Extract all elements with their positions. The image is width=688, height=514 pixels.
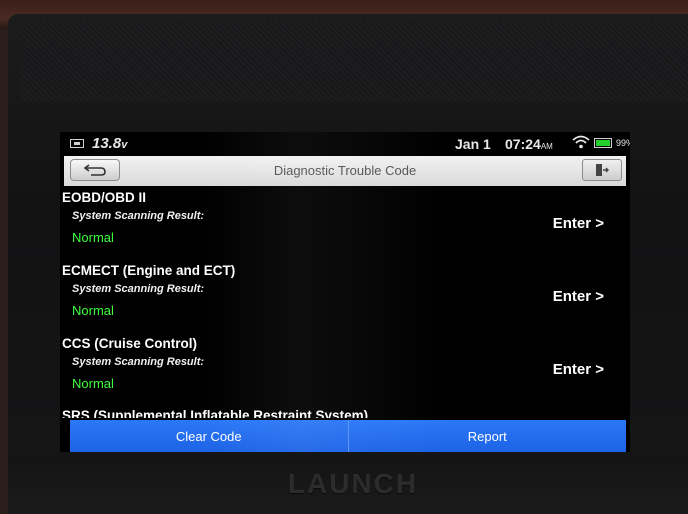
scan-result-status: Normal [72,376,114,391]
status-ampm: AM [540,142,553,151]
system-name: CCS (Cruise Control) [62,336,197,351]
system-item-ccs: CCS (Cruise Control) System Scanning Res… [60,334,630,404]
exit-icon [596,164,609,176]
system-item-ecmect: ECMECT (Engine and ECT) System Scanning … [60,261,630,331]
status-bar: 13.8v Jan 1 07:24AM 99% [60,132,630,154]
scan-result-status: Normal [72,303,114,318]
voltage-readout: 13.8v [92,135,127,152]
system-item-eobd: EOBD/OBD II System Scanning Result: Norm… [60,188,630,258]
system-list: EOBD/OBD II System Scanning Result: Norm… [60,188,630,418]
page-title: Diagnostic Trouble Code [273,163,417,178]
scan-result-label: System Scanning Result: [72,210,205,222]
scan-result-label: System Scanning Result: [72,356,205,368]
battery-icon [594,138,612,148]
wifi-icon [572,135,590,149]
system-name: ECMECT (Engine and ECT) [62,263,236,278]
clear-code-button[interactable]: Clear Code [70,420,348,452]
bezel-texture [20,22,688,102]
enter-button[interactable]: Enter > [553,361,604,378]
report-button[interactable]: Report [347,420,626,452]
back-button[interactable] [70,159,120,181]
scan-result-label: System Scanning Result: [72,283,205,295]
battery-fill [596,140,610,146]
enter-button[interactable]: Enter > [553,288,604,305]
enter-button[interactable]: Enter > [553,215,604,232]
status-time-value: 07:24 [505,136,541,152]
scan-result-status: Normal [72,230,114,245]
car-battery-icon [70,139,84,148]
brand-logo: LAUNCH [287,468,419,499]
status-date: Jan 1 [455,136,491,152]
voltage-unit: v [121,139,128,151]
status-time: 07:24AM [505,136,553,152]
battery-percent: 99% [616,138,630,148]
exit-button[interactable] [582,159,622,181]
action-bar: Clear Code Report [70,420,626,452]
device-screen: 13.8v Jan 1 07:24AM 99% Diagnostic Troub… [60,132,630,452]
title-bar: Diagnostic Trouble Code [64,156,626,186]
back-arrow-icon [83,164,106,176]
system-item-srs-partial[interactable]: SRS (Supplemental Inflatable Restraint S… [62,408,368,418]
system-name: EOBD/OBD II [62,190,147,205]
voltage-number: 13.8 [92,135,122,152]
